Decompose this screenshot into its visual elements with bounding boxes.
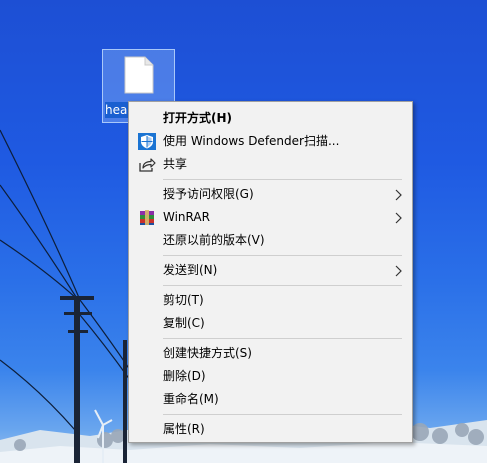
menu-separator [163, 179, 402, 180]
menu-separator [163, 338, 402, 339]
menu-item-give-access[interactable]: 授予访问权限(G) [129, 183, 412, 206]
menu-item-cut[interactable]: 剪切(T) [129, 289, 412, 312]
menu-item-label: 还原以前的版本(V) [163, 233, 265, 247]
menu-item-copy[interactable]: 复制(C) [129, 312, 412, 335]
menu-item-label: 创建快捷方式(S) [163, 346, 252, 360]
menu-item-label: 复制(C) [163, 316, 205, 330]
menu-item-winrar[interactable]: WinRAR [129, 206, 412, 229]
menu-item-label: 属性(R) [163, 422, 205, 436]
share-icon [139, 158, 156, 172]
menu-separator [163, 255, 402, 256]
winrar-icon [140, 210, 154, 225]
chevron-right-icon [395, 265, 402, 277]
menu-item-label: 共享 [163, 157, 188, 171]
chevron-right-icon [395, 212, 402, 224]
menu-item-defender-scan[interactable]: 使用 Windows Defender扫描... [129, 130, 412, 153]
chevron-right-icon [395, 189, 402, 201]
windows-defender-shield-icon [138, 133, 156, 150]
menu-item-properties[interactable]: 属性(R) [129, 418, 412, 441]
menu-item-rename[interactable]: 重命名(M) [129, 388, 412, 411]
menu-item-restore-previous-versions[interactable]: 还原以前的版本(V) [129, 229, 412, 252]
menu-separator [163, 285, 402, 286]
menu-item-create-shortcut[interactable]: 创建快捷方式(S) [129, 342, 412, 365]
menu-item-share[interactable]: 共享 [129, 153, 412, 176]
menu-item-label: 剪切(T) [163, 293, 204, 307]
menu-item-label: 删除(D) [163, 369, 206, 383]
desktop[interactable]: hea 打开方式(H) 使用 Windows Defender扫描... 共享 [0, 0, 487, 463]
menu-item-label: 重命名(M) [163, 392, 219, 406]
menu-item-label: 授予访问权限(G) [163, 187, 254, 201]
menu-item-label: 打开方式(H) [163, 111, 233, 125]
menu-item-label: 使用 Windows Defender扫描... [163, 134, 340, 148]
menu-separator [163, 414, 402, 415]
menu-item-label: 发送到(N) [163, 263, 218, 277]
menu-item-label: WinRAR [163, 210, 210, 224]
document-file-icon [124, 56, 154, 94]
menu-item-open-with[interactable]: 打开方式(H) [129, 107, 412, 130]
menu-item-delete[interactable]: 删除(D) [129, 365, 412, 388]
context-menu: 打开方式(H) 使用 Windows Defender扫描... 共享 授予访问… [128, 101, 413, 443]
menu-item-send-to[interactable]: 发送到(N) [129, 259, 412, 282]
